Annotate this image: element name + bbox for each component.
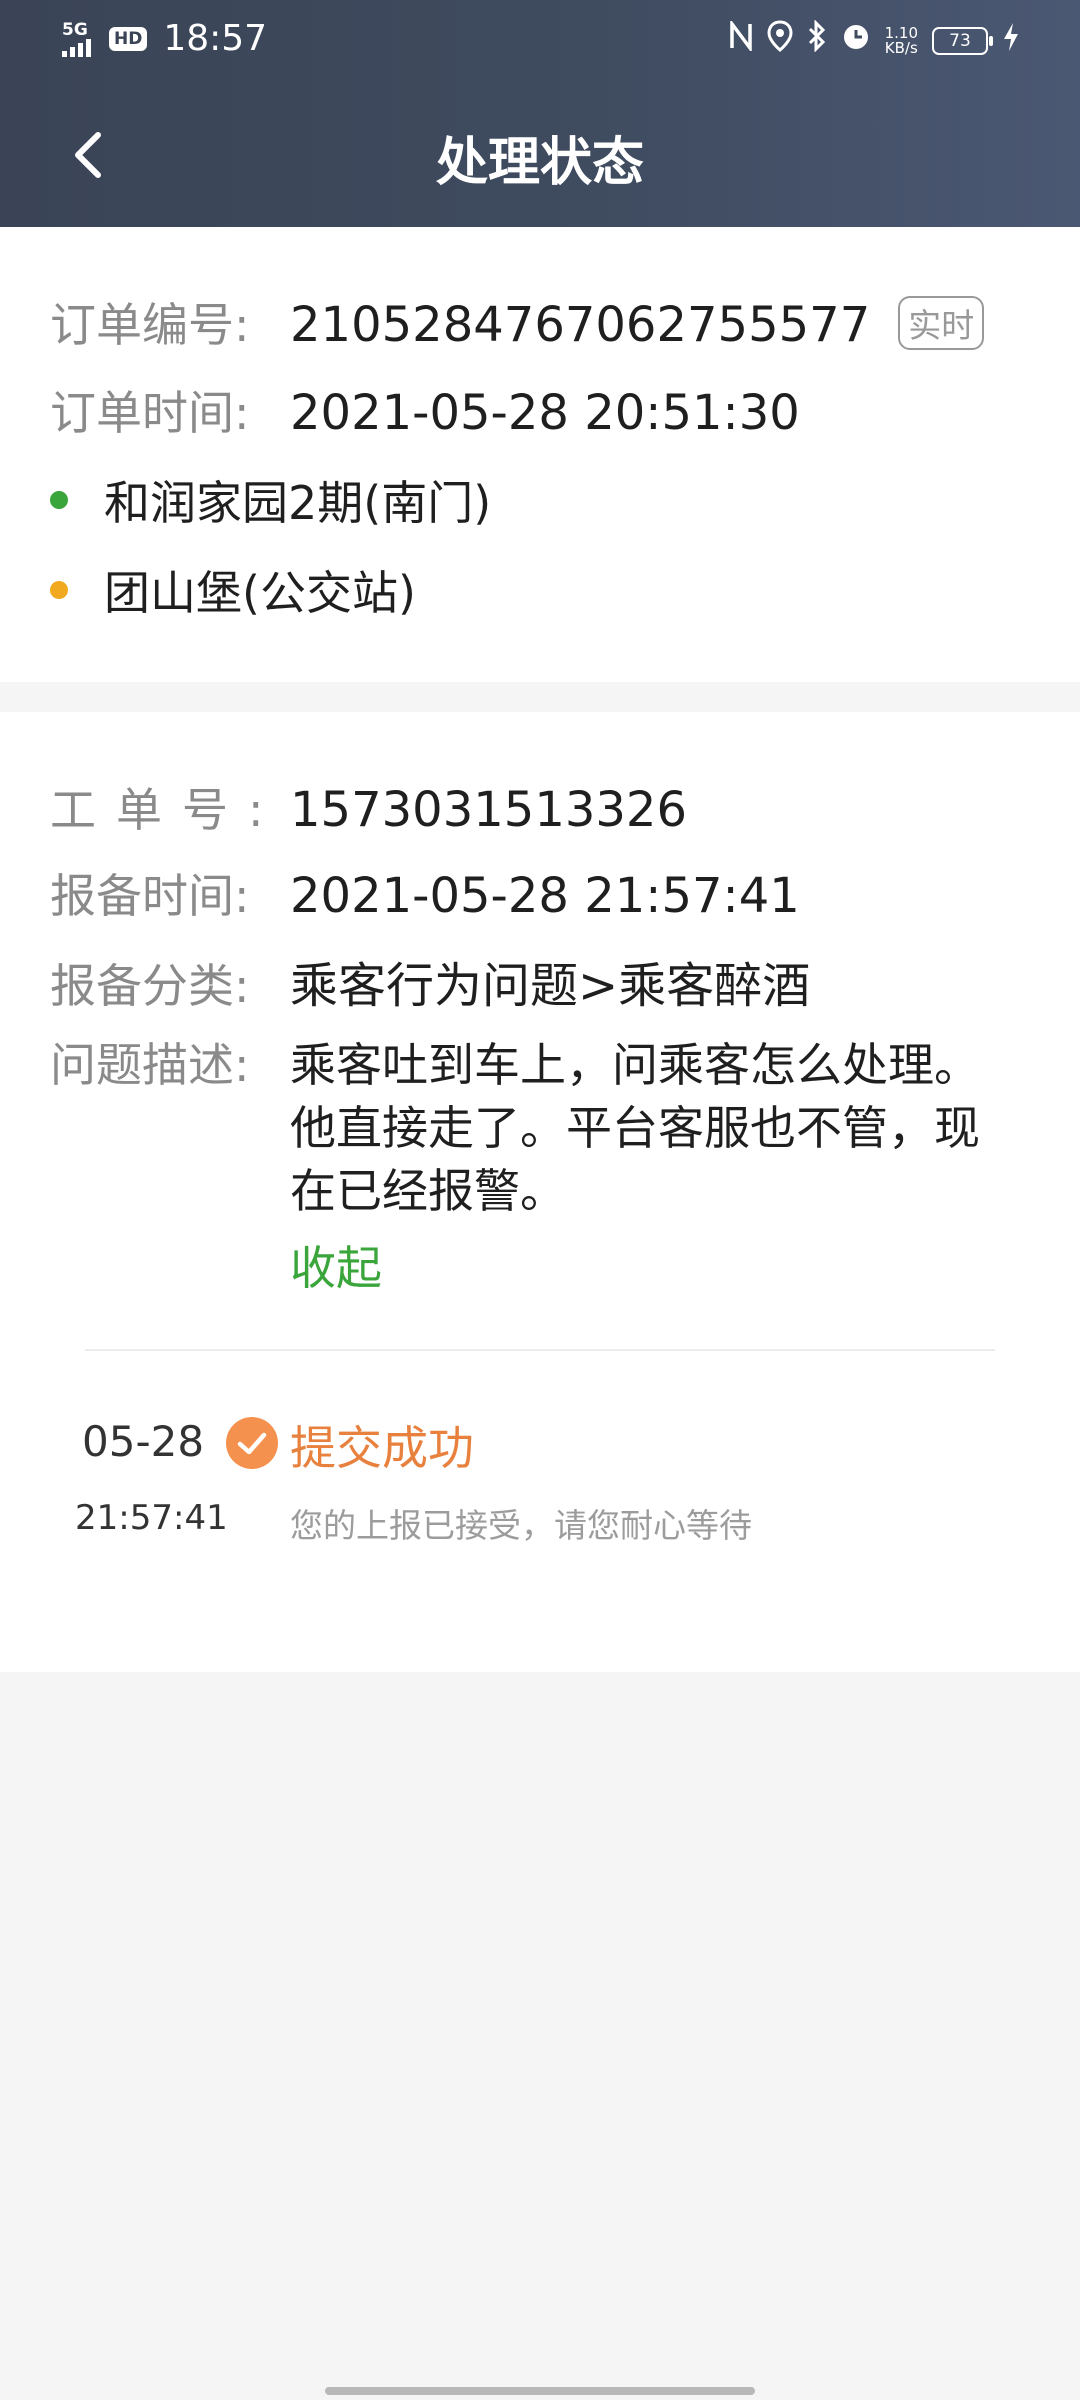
- ticket-number-label: 工单号:: [50, 783, 284, 837]
- status-right: 1.10 KB/s 73: [729, 18, 1020, 61]
- ticket-card: 工单号: 1573031513326 报备时间: 2021-05-28 21:5…: [0, 712, 1080, 1672]
- end-location-text: 团山堡(公交站): [104, 566, 416, 620]
- page-title: 处理状态: [435, 133, 644, 193]
- location-icon: [767, 20, 793, 61]
- start-dot-icon: [50, 491, 68, 509]
- category: 乘客行为问题>乘客醉酒: [290, 958, 811, 1014]
- end-location: 团山堡(公交站): [50, 557, 416, 623]
- category-row: 报备分类: 乘客行为问题>乘客醉酒: [50, 946, 810, 1016]
- bluetooth-icon: [807, 19, 827, 61]
- collapse-button[interactable]: 收起: [290, 1232, 382, 1298]
- clock: 18:57: [163, 18, 268, 59]
- home-indicator[interactable]: [325, 2387, 755, 2395]
- order-card: 订单编号: 2105284767062755577 实时 订单时间: 2021-…: [0, 227, 1080, 682]
- network-speed: 1.10 KB/s: [884, 23, 918, 57]
- order-time: 2021-05-28 20:51:30: [290, 385, 800, 441]
- report-time: 2021-05-28 21:57:41: [290, 868, 800, 924]
- description-label: 问题描述:: [50, 1038, 250, 1092]
- nav-bar: 处理状态: [0, 90, 1080, 220]
- alarm-icon: [841, 21, 871, 60]
- status-bar: 5G HD 18:57 1.10 KB/s 73: [0, 0, 1080, 82]
- hd-icon: HD: [109, 26, 148, 51]
- order-time-row: 订单时间: 2021-05-28 20:51:30: [50, 377, 800, 443]
- report-time-row: 报备时间: 2021-05-28 21:57:41: [50, 860, 800, 926]
- check-circle-icon: [226, 1417, 278, 1469]
- order-number: 2105284767062755577: [290, 297, 871, 353]
- charging-icon: [1002, 22, 1020, 59]
- battery-icon: 73: [932, 26, 993, 55]
- status-left: 5G HD 18:57: [62, 18, 267, 59]
- network-type: 5G: [62, 19, 88, 40]
- start-location-text: 和润家园2期(南门): [104, 476, 492, 530]
- realtime-badge: 实时: [898, 296, 985, 350]
- order-time-label: 订单时间:: [50, 386, 250, 440]
- header: 5G HD 18:57 1.10 KB/s 73 处理状态: [0, 0, 1080, 227]
- start-location: 和润家园2期(南门): [50, 467, 491, 533]
- description-row: 问题描述: 乘客吐到车上，问乘客怎么处理。他直接走了。平台客服也不管，现在已经报…: [50, 1034, 980, 1223]
- description-text: 乘客吐到车上，问乘客怎么处理。他直接走了。平台客服也不管，现在已经报警。: [290, 1038, 980, 1218]
- timeline-description: 您的上报已接受，请您耐心等待: [290, 1506, 752, 1545]
- ticket-number: 1573031513326: [290, 782, 688, 838]
- report-time-label: 报备时间:: [50, 869, 250, 923]
- order-number-row: 订单编号: 2105284767062755577 实时: [50, 289, 985, 355]
- order-number-label: 订单编号:: [50, 298, 250, 352]
- divider: [85, 1349, 995, 1351]
- timeline-status: 提交成功: [290, 1421, 474, 1475]
- end-dot-icon: [50, 581, 68, 599]
- ticket-number-row: 工单号: 1573031513326: [50, 774, 687, 840]
- nfc-icon: [729, 18, 753, 60]
- timeline-date: 05-28: [82, 1417, 205, 1466]
- category-label: 报备分类:: [50, 959, 250, 1013]
- signal-icon: 5G: [62, 21, 91, 57]
- timeline-time: 21:57:41: [75, 1498, 228, 1538]
